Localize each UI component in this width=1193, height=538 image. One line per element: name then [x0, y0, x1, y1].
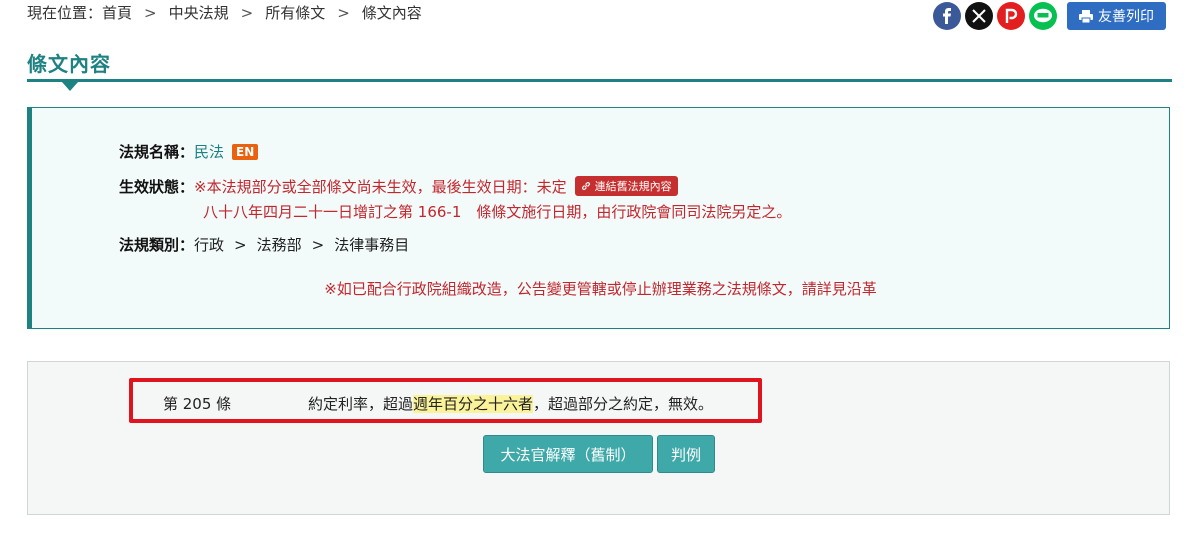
category-label: 法規類別： [119, 236, 195, 254]
print-label: 友善列印 [1098, 9, 1154, 25]
law-name-link[interactable]: 民法 [194, 143, 224, 161]
category-separator: > [311, 236, 325, 254]
article-text-after: ，超過部分之約定，無效。 [533, 395, 714, 413]
plurk-share-button[interactable] [997, 2, 1025, 30]
category-item: 法務部 [256, 236, 302, 254]
breadcrumb-separator: > [240, 4, 254, 22]
breadcrumb: 現在位置：首頁 > 中央法規 > 所有條文 > 條文內容 [27, 2, 422, 23]
plurk-icon [1005, 8, 1018, 23]
english-version-badge[interactable]: EN [232, 144, 259, 160]
law-info-panel: 法規名稱：民法 EN 生效狀態：※本法規部分或全部條文尚未生效，最後生效日期：未定… [27, 107, 1170, 329]
x-icon [972, 9, 986, 23]
breadcrumb-separator: > [144, 4, 157, 22]
breadcrumb-all-articles[interactable]: 所有條文 [265, 2, 325, 23]
x-share-button[interactable] [965, 2, 993, 30]
breadcrumb-home[interactable]: 首頁 [102, 2, 132, 23]
category-separator: > [234, 236, 247, 254]
printer-icon [1079, 9, 1093, 23]
article-number: 第 205 條 [163, 395, 232, 413]
article-text: 約定利率，超過週年百分之十六者，超過部分之約定，無效。 [308, 393, 713, 414]
category-item: 法律事務目 [334, 236, 410, 254]
article-text-before: 約定利率，超過 [308, 395, 414, 413]
line-share-button[interactable] [1029, 2, 1057, 30]
title-pointer-icon [62, 82, 78, 91]
category-row: 法規類別：行政 > 法務部 > 法律事務目 [119, 234, 409, 255]
category-item: 行政 [194, 236, 225, 254]
old-version-link-label: 連結舊法規內容 [594, 180, 672, 193]
page-title: 條文內容 [27, 52, 111, 76]
status-row: 生效狀態：※本法規部分或全部條文尚未生效，最後生效日期：未定 連結舊法規內容 [119, 176, 678, 197]
breadcrumb-prefix: 現在位置： [27, 4, 103, 22]
print-button[interactable]: 友善列印 [1067, 2, 1166, 30]
facebook-icon [943, 8, 951, 24]
reorganization-notice: ※如已配合行政院組織改造，公告變更管轄或停止辦理業務之法規條文，請詳見沿革 [324, 280, 877, 298]
link-icon [581, 181, 591, 191]
facebook-share-button[interactable] [933, 2, 961, 30]
article-text-highlight: 週年百分之十六者 [413, 395, 534, 413]
breadcrumb-separator: > [337, 4, 350, 22]
title-divider [27, 79, 1172, 82]
interpretation-button[interactable]: 大法官解釋（舊制） [483, 435, 653, 473]
breadcrumb-current: 條文內容 [361, 4, 422, 22]
precedent-cases-button[interactable]: 判例 [657, 435, 715, 473]
breadcrumb-central-regulations[interactable]: 中央法規 [169, 2, 229, 23]
law-name-row: 法規名稱：民法 EN [119, 141, 259, 162]
old-version-link-button[interactable]: 連結舊法規內容 [574, 176, 678, 196]
status-value: ※本法規部分或全部條文尚未生效，最後生效日期：未定 [194, 178, 567, 196]
article-panel: 第 205 條 約定利率，超過週年百分之十六者，超過部分之約定，無效。 大法官解… [27, 361, 1170, 515]
law-name-label: 法規名稱： [119, 143, 195, 161]
share-toolbar: 友善列印 [933, 2, 1166, 30]
line-icon [1034, 8, 1052, 23]
status-note: 八十八年四月二十一日增訂之第 166-1 條條文施行日期，由行政院會同司法院另定… [203, 203, 792, 221]
status-label: 生效狀態： [119, 178, 195, 196]
